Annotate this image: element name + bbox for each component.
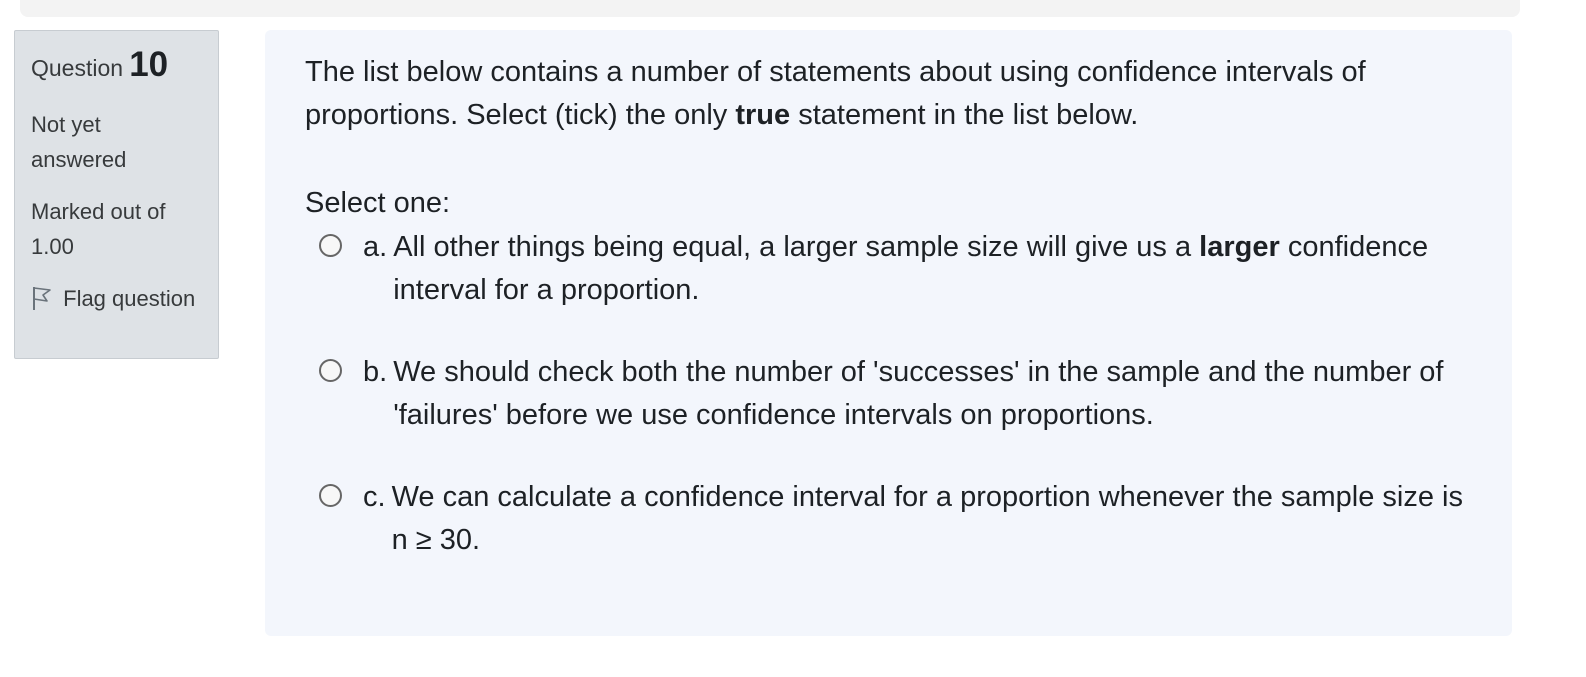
answer-option-c[interactable]: c. We can calculate a confidence interva… [319,476,1472,562]
option-label[interactable]: c. We can calculate a confidence interva… [363,476,1472,562]
top-bar [20,0,1520,17]
answer-option-a[interactable]: a. All other things being equal, a large… [319,226,1472,312]
question-number-value: 10 [129,45,169,84]
question-grade: Marked out of 1.00 [31,199,166,259]
option-text: We can calculate a confidence interval f… [391,481,1463,556]
option-label[interactable]: b. We should check both the number of 's… [363,351,1472,437]
flag-question-button[interactable]: Flag question [31,281,202,316]
question-info-panel: Question 10 Not yet answered Marked out … [14,30,219,359]
radio-option-c[interactable] [319,484,342,507]
question-content: The list below contains a number of stat… [265,30,1512,636]
option-letter: b. [363,356,388,388]
flag-label: Flag question [63,286,196,311]
option-label[interactable]: a. All other things being equal, a large… [363,226,1472,312]
option-text-emphasis: larger [1199,231,1280,263]
question-number: Question 10 [31,45,202,89]
question-state: Not yet answered [31,112,127,172]
question-word: Question [31,55,124,81]
question-text: The list below contains a number of stat… [305,51,1472,137]
select-prompt: Select one: [305,187,451,219]
option-text: We should check both the number of 'succ… [393,356,1444,431]
answer-option-b[interactable]: b. We should check both the number of 's… [319,351,1472,437]
option-letter: c. [363,481,386,513]
flag-icon [31,285,53,311]
option-letter: a. [363,231,388,263]
radio-option-a[interactable] [319,234,342,257]
answer-options: a. All other things being equal, a large… [319,226,1472,562]
option-text: All other things being equal, a larger s… [393,226,1472,312]
question-text-emphasis: true [735,99,791,131]
radio-option-b[interactable] [319,359,342,382]
question-text-part: statement in the list below. [790,99,1139,131]
option-text-part: All other things being equal, a larger s… [393,231,1200,263]
